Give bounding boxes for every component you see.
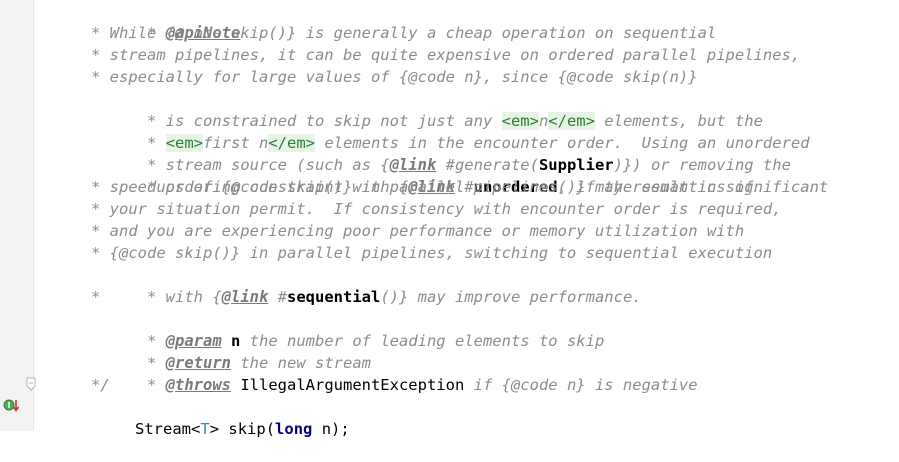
editor-gutter[interactable]	[0, 0, 34, 431]
comment-text: ()} may improve performance.	[380, 288, 642, 306]
code-line-12: * {@code skip()} in parallel pipelines, …	[91, 244, 773, 262]
code-line-13: * with {@link #sequential()} may improve…	[91, 264, 642, 306]
generic-close: >	[209, 420, 220, 438]
method-end: n);	[312, 420, 350, 438]
type-parameter: T	[200, 420, 210, 438]
code-editor[interactable]: * @apiNote * While {@code skip()} is gen…	[0, 0, 899, 438]
comment-star: *	[147, 376, 166, 394]
code-line-11: * and you are experiencing poor performa…	[91, 222, 745, 240]
code-line-16: * @return the new stream	[91, 330, 371, 372]
code-line-18: */	[91, 376, 110, 394]
code-line-5: * is constrained to skip not just any <e…	[91, 88, 763, 130]
comment-text: #	[268, 288, 287, 306]
code-line-7: * stream source (such as {@link #generat…	[91, 132, 791, 174]
keyword-long: long	[275, 420, 313, 438]
code-line-15: * @param n the number of leading element…	[91, 308, 604, 350]
code-line-17: * @throws IllegalArgumentException if {@…	[91, 352, 698, 394]
exception-reference[interactable]: IllegalArgumentException	[231, 376, 464, 394]
code-line-8: * ordering constraint with {@link #unord…	[91, 154, 828, 196]
javadoc-tag-throws: @throws	[165, 376, 231, 394]
link-reference[interactable]: sequential	[287, 288, 380, 306]
implementation-marker-icon[interactable]: I	[3, 397, 20, 413]
code-line-14: *	[91, 288, 101, 306]
code-line-6: * <em>first n</em> elements in the encou…	[91, 110, 810, 152]
code-line-9: * speedups of {@code skip()} in parallel…	[91, 178, 754, 196]
comment-text: if {@code n} is negative	[464, 376, 698, 394]
code-line-10: * your situation permit. If consistency …	[91, 200, 782, 218]
code-line-2: * While {@code skip()} is generally a ch…	[91, 24, 717, 42]
code-line-3: * stream pipelines, it can be quite expe…	[91, 46, 801, 64]
method-name: skip(	[219, 420, 276, 438]
code-line-method-declaration[interactable]: Stream<T> skip(long n);	[79, 396, 350, 438]
javadoc-tag-link: @link	[221, 288, 269, 306]
generic-open: <	[191, 420, 201, 438]
code-line-4: * especially for large values of {@code …	[91, 68, 698, 86]
fold-collapse-icon[interactable]	[26, 377, 36, 391]
code-line-1: * @apiNote	[91, 0, 240, 42]
comment-text: * with {	[147, 288, 222, 306]
return-type: Stream	[135, 420, 191, 438]
svg-text:I: I	[8, 401, 11, 410]
